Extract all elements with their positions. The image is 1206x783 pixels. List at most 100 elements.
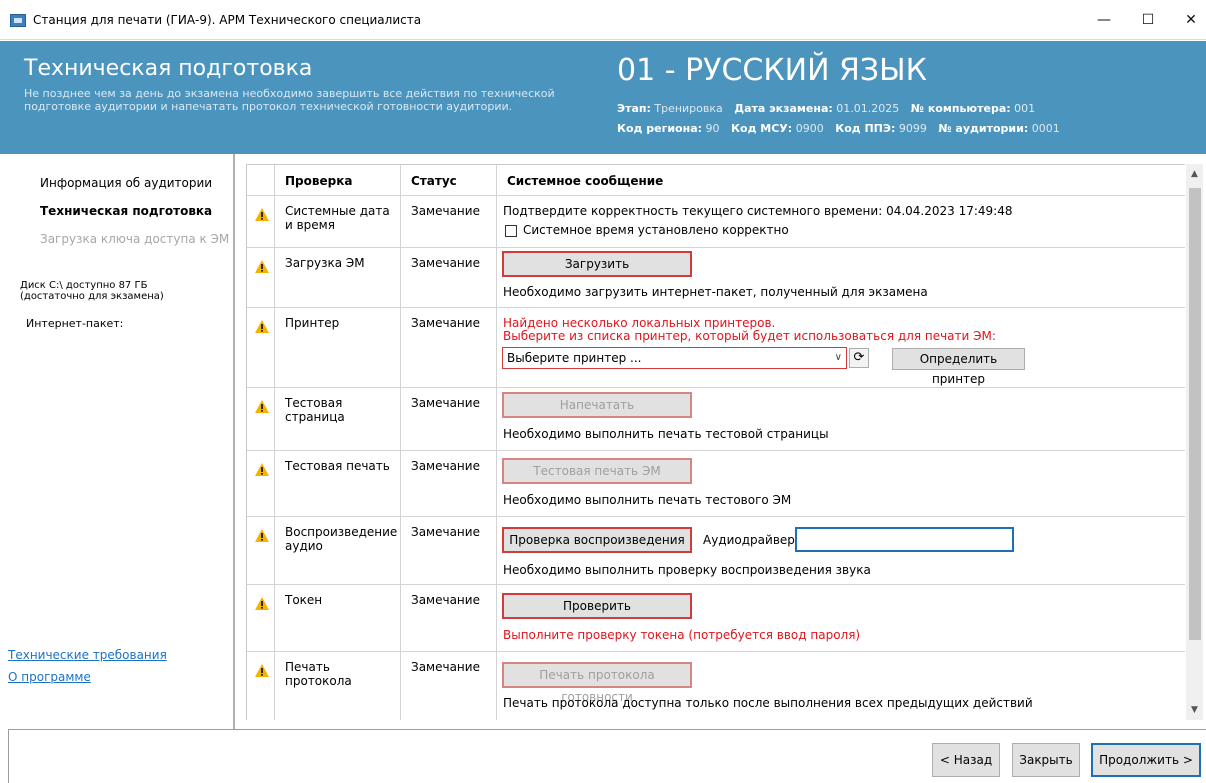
- system-time-checkbox[interactable]: [505, 225, 517, 237]
- warning-icon: [255, 260, 269, 273]
- chevron-down-icon: ∨: [834, 352, 842, 363]
- stage-value: Тренировка: [654, 102, 723, 115]
- status-text: Замечание: [411, 593, 480, 607]
- printer-select-value: Выберите принтер ...: [507, 351, 642, 365]
- protocol-message: Печать протокола доступна только после в…: [503, 696, 1033, 710]
- exam-date-value: 01.01.2025: [836, 102, 900, 115]
- table-row: Воспроизведение аудио Замечание Проверка…: [247, 517, 1185, 585]
- status-text: Замечание: [411, 660, 480, 674]
- column-header-message: Системное сообщение: [507, 174, 664, 188]
- sidebar: Информация об аудитории Техническая подг…: [8, 154, 232, 730]
- disk-info-text: Диск С:\ доступно 87 ГБ (достаточно для …: [20, 280, 164, 302]
- room-label: № аудитории:: [938, 122, 1029, 135]
- system-time-message: Подтвердите корректность текущего систем…: [503, 204, 1013, 218]
- checks-table: Проверка Статус Системное сообщение Сист…: [246, 164, 1185, 720]
- check-name: Воспроизведение аудио: [285, 525, 398, 553]
- detect-printer-button[interactable]: Определить принтер: [892, 348, 1025, 386]
- check-token-button[interactable]: Проверить: [502, 593, 692, 619]
- test-page-message: Необходимо выполнить печать тестовой стр…: [503, 427, 829, 441]
- ppe-label: Код ППЭ:: [835, 122, 896, 135]
- test-print-message: Необходимо выполнить печать тестового ЭМ: [503, 493, 792, 507]
- check-name: Печать протокола: [285, 660, 352, 688]
- token-message: Выполните проверку токена (потребуется в…: [503, 628, 861, 642]
- close-button[interactable]: Закрыть: [1012, 743, 1080, 777]
- warning-icon: [255, 529, 269, 542]
- msu-value: 0900: [795, 122, 824, 135]
- printer-error-line-2: Выберите из списка принтер, который буде…: [503, 329, 996, 343]
- maximize-button[interactable]: ☐: [1136, 8, 1160, 32]
- status-text: Замечание: [411, 256, 480, 270]
- print-test-page-button[interactable]: Напечатать: [502, 392, 692, 418]
- refresh-icon[interactable]: ⟳: [849, 348, 869, 368]
- about-link[interactable]: О программе: [8, 670, 91, 684]
- warning-icon: [255, 208, 269, 221]
- table-scrollbar[interactable]: ▲ ▼: [1186, 164, 1203, 720]
- check-name: Токен: [285, 593, 323, 607]
- check-name: Тестовая печать: [285, 459, 390, 473]
- status-text: Замечание: [411, 204, 480, 218]
- table-row: Печать протокола Замечание Печать проток…: [247, 652, 1185, 720]
- table-row: Загрузка ЭМ Замечание Загрузить Необходи…: [247, 248, 1185, 308]
- app-icon: [10, 14, 26, 27]
- table-row: Системные дата и время Замечание Подтвер…: [247, 196, 1185, 248]
- stage-label: Этап:: [617, 102, 651, 115]
- audio-driver-label: Аудиодрайвер:: [703, 533, 799, 547]
- title-bar: Станция для печати (ГИА-9). АРМ Техничес…: [0, 0, 1206, 40]
- subject-title: 01 - РУССКИЙ ЯЗЫК: [617, 53, 927, 88]
- table-row: Токен Замечание Проверить Выполните пров…: [247, 585, 1185, 652]
- ppe-value: 9099: [898, 122, 927, 135]
- minimize-button[interactable]: —: [1092, 8, 1116, 32]
- tech-requirements-link[interactable]: Технические требования: [8, 648, 167, 662]
- status-text: Замечание: [411, 525, 480, 539]
- status-text: Замечание: [411, 316, 480, 330]
- sidebar-item-tech-prep[interactable]: Техническая подготовка: [40, 204, 212, 218]
- close-window-button[interactable]: ✕: [1179, 8, 1203, 32]
- panel-divider: [233, 154, 235, 730]
- window-title: Станция для печати (ГИА-9). АРМ Техничес…: [33, 13, 422, 27]
- computer-value: 001: [1014, 102, 1036, 115]
- region-label: Код региона:: [617, 122, 703, 135]
- column-header-check: Проверка: [285, 174, 353, 188]
- status-text: Замечание: [411, 396, 480, 410]
- exam-meta-line-1: Этап: Тренировка Дата экзамена: 01.01.20…: [617, 102, 1035, 115]
- warning-icon: [255, 463, 269, 476]
- check-name: Системные дата и время: [285, 204, 390, 232]
- exam-date-label: Дата экзамена:: [734, 102, 833, 115]
- sidebar-item-room-info[interactable]: Информация об аудитории: [40, 176, 212, 190]
- audio-message: Необходимо выполнить проверку воспроизве…: [503, 563, 871, 577]
- page-title: Техническая подготовка: [24, 56, 313, 81]
- footer-divider: [8, 729, 1206, 730]
- print-protocol-button[interactable]: Печать протокола готовности: [502, 662, 692, 704]
- page-header: Техническая подготовка Не позднее чем за…: [0, 41, 1206, 154]
- scroll-up-icon[interactable]: ▲: [1186, 166, 1203, 182]
- disk-info: Диск С:\ доступно 87 ГБ (достаточно для …: [20, 280, 164, 302]
- table-header: Проверка Статус Системное сообщение: [247, 165, 1185, 196]
- table-row: Тестовая страница Замечание Напечатать Н…: [247, 388, 1185, 451]
- warning-icon: [255, 320, 269, 333]
- printer-error-line-1: Найдено несколько локальных принтеров.: [503, 316, 776, 330]
- table-row: Тестовая печать Замечание Тестовая печат…: [247, 451, 1185, 517]
- computer-label: № компьютера:: [910, 102, 1011, 115]
- audio-check-button[interactable]: Проверка воспроизведения: [502, 527, 692, 553]
- status-text: Замечание: [411, 459, 480, 473]
- page-note: Не позднее чем за день до экзамена необх…: [24, 87, 555, 113]
- back-button[interactable]: < Назад: [932, 743, 1000, 777]
- continue-button[interactable]: Продолжить >: [1091, 743, 1201, 777]
- warning-icon: [255, 597, 269, 610]
- warning-icon: [255, 400, 269, 413]
- column-header-status: Статус: [411, 174, 457, 188]
- check-name: Принтер: [285, 316, 340, 330]
- check-name: Тестовая страница: [285, 396, 345, 424]
- load-button[interactable]: Загрузить: [502, 251, 692, 277]
- printer-select[interactable]: Выберите принтер ... ∨: [502, 347, 847, 369]
- scroll-thumb[interactable]: [1189, 188, 1201, 640]
- exam-meta-line-2: Код региона: 90 Код МСУ: 0900 Код ППЭ: 9…: [617, 122, 1060, 135]
- scroll-down-icon[interactable]: ▼: [1186, 702, 1203, 718]
- audio-driver-field[interactable]: [795, 527, 1014, 552]
- region-value: 90: [705, 122, 720, 135]
- sidebar-item-key-load: Загрузка ключа доступа к ЭМ: [40, 232, 230, 246]
- check-name: Загрузка ЭМ: [285, 256, 365, 270]
- test-print-em-button[interactable]: Тестовая печать ЭМ: [502, 458, 692, 484]
- system-time-checkbox-label[interactable]: Системное время установлено корректно: [523, 223, 789, 237]
- warning-icon: [255, 664, 269, 677]
